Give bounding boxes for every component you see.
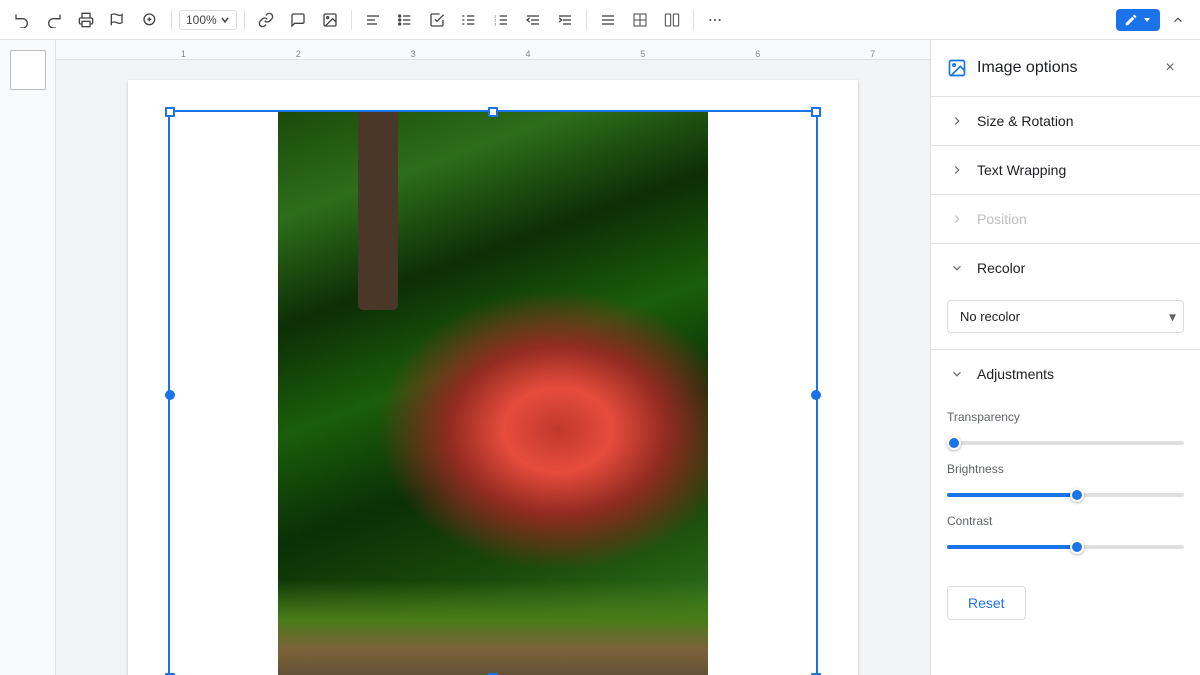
panel-title: Image options [977,59,1156,77]
toolbar-divider-3 [351,10,352,30]
main-area: 1 2 3 4 5 6 7 [0,40,1200,675]
checklist-button[interactable] [423,6,451,34]
bullet-list-button[interactable] [455,6,483,34]
zoom-selector[interactable]: 100% [179,10,237,30]
ruler-tick-5: 5 [585,49,700,59]
svg-text:3: 3 [494,22,496,26]
list-button[interactable] [391,6,419,34]
recolor-label: Recolor [977,260,1025,276]
adjustments-content: Transparency Brightness Contrast [931,398,1200,570]
section-text-wrapping: Text Wrapping [931,146,1200,195]
zoom-value: 100% [186,13,217,27]
numbered-list-button[interactable]: 123 [487,6,515,34]
size-rotation-header[interactable]: Size & Rotation [931,97,1200,145]
adjustments-header[interactable]: Adjustments [931,350,1200,398]
toolbar: 100% 123 [0,0,1200,40]
more-button[interactable] [701,6,729,34]
ruler-tick-4: 4 [471,49,586,59]
image-selection-wrapper[interactable] [168,110,818,675]
borders-button[interactable] [626,6,654,34]
brightness-label: Brightness [947,462,1184,476]
image-button[interactable] [316,6,344,34]
doc-container [56,60,930,675]
handle-middle-left[interactable] [165,390,175,400]
reset-area: Reset [931,570,1200,636]
handle-middle-right[interactable] [811,390,821,400]
toolbar-divider-2 [244,10,245,30]
indent-more-button[interactable] [551,6,579,34]
section-recolor: Recolor No recolor Grayscale Sepia ▾ [931,244,1200,350]
recolor-select[interactable]: No recolor Grayscale Sepia [947,300,1184,333]
reset-button[interactable]: Reset [947,586,1026,620]
transparency-slider[interactable] [947,441,1184,445]
image-options-icon [947,58,967,78]
indent-less-button[interactable] [519,6,547,34]
brightness-slider[interactable] [947,493,1184,497]
ruler-tick-2: 2 [241,49,356,59]
position-chevron-icon [947,209,967,229]
ruler-tick-1: 1 [126,49,241,59]
align-button[interactable] [359,6,387,34]
section-adjustments: Adjustments Transparency Brightness Cont… [931,350,1200,570]
comment-button[interactable] [284,6,312,34]
recolor-select-wrapper: No recolor Grayscale Sepia ▾ [947,300,1184,333]
text-wrapping-header[interactable]: Text Wrapping [931,146,1200,194]
recolor-chevron-icon [947,258,967,278]
right-panel: Image options × Size & Rotation Text Wra… [930,40,1200,675]
paint-format-button[interactable] [104,6,132,34]
left-sidebar [0,40,56,675]
position-label: Position [977,211,1027,227]
pen-color-button[interactable] [1116,9,1160,31]
recolor-content: No recolor Grayscale Sepia ▾ [931,292,1200,349]
ground [278,580,708,675]
redo-button[interactable] [40,6,68,34]
ruler-tick-6: 6 [700,49,815,59]
toolbar-divider-1 [171,10,172,30]
recolor-header[interactable]: Recolor [931,244,1200,292]
text-wrapping-chevron-icon [947,160,967,180]
ruler-tick-3: 3 [356,49,471,59]
doc-page [128,80,858,675]
size-rotation-label: Size & Rotation [977,113,1074,129]
undo-button[interactable] [8,6,36,34]
explore-button[interactable] [136,6,164,34]
section-position: Position [931,195,1200,244]
position-header: Position [931,195,1200,243]
link-button[interactable] [252,6,280,34]
print-button[interactable] [72,6,100,34]
format-button[interactable] [594,6,622,34]
ruler-tick-7: 7 [815,49,930,59]
panel-close-button[interactable]: × [1156,54,1184,82]
section-size-rotation: Size & Rotation [931,97,1200,146]
panel-header: Image options × [931,40,1200,97]
columns-button[interactable] [658,6,686,34]
toolbar-divider-5 [693,10,694,30]
transparency-label: Transparency [947,410,1184,424]
document-image[interactable] [278,110,708,675]
adjustments-chevron-icon [947,364,967,384]
page-thumbnail[interactable] [10,50,46,90]
tree-trunk [358,110,398,310]
contrast-label: Contrast [947,514,1184,528]
text-wrapping-label: Text Wrapping [977,162,1066,178]
handle-top-left[interactable] [165,107,175,117]
canvas-area: 1 2 3 4 5 6 7 [56,40,930,675]
contrast-slider[interactable] [947,545,1184,549]
handle-top-right[interactable] [811,107,821,117]
toolbar-divider-4 [586,10,587,30]
adjustments-label: Adjustments [977,366,1054,382]
collapse-toolbar-button[interactable] [1164,6,1192,34]
size-rotation-chevron-icon [947,111,967,131]
ruler: 1 2 3 4 5 6 7 [56,40,930,60]
ruler-marks: 1 2 3 4 5 6 7 [56,40,930,59]
